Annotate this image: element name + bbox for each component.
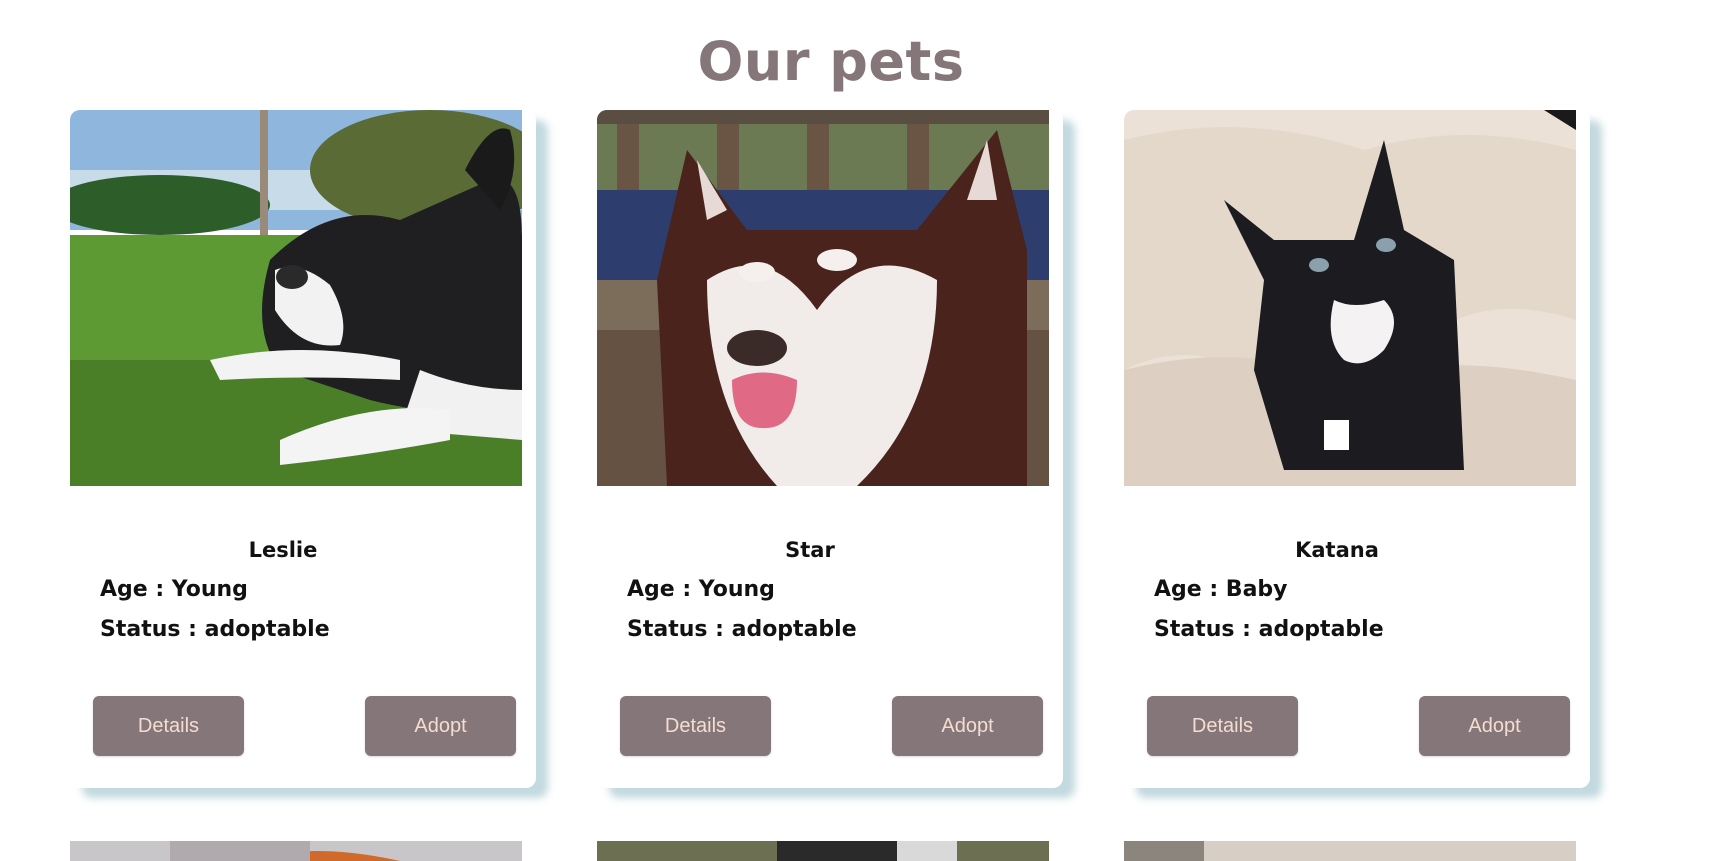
pet-status: Status : adoptable	[627, 617, 857, 642]
details-button[interactable]: Details	[93, 696, 244, 756]
pet-status: Status : adoptable	[1154, 617, 1384, 642]
pet-name: Leslie	[248, 538, 318, 562]
details-button[interactable]: Details	[620, 696, 771, 756]
adopt-button[interactable]: Adopt	[892, 696, 1043, 756]
pet-age: Age : Baby	[1154, 577, 1288, 602]
dog-photo-icon[interactable]	[70, 110, 522, 486]
pet-card-star: Star Age : Young Status : adoptable Deta…	[597, 110, 1063, 788]
pet-age: Age : Young	[627, 577, 775, 602]
pet-status: Status : adoptable	[100, 617, 330, 642]
pet-card-leslie: Leslie Age : Young Status : adoptable De…	[70, 110, 536, 788]
adopt-button[interactable]: Adopt	[365, 696, 516, 756]
husky-photo-icon[interactable]	[597, 110, 1049, 486]
pet-name: Star	[785, 538, 835, 562]
pet-card-row2-1	[70, 841, 522, 861]
adopt-button[interactable]: Adopt	[1419, 696, 1570, 756]
kitten-photo-icon[interactable]	[1124, 110, 1576, 486]
page-title: Our pets	[697, 30, 965, 93]
details-button[interactable]: Details	[1147, 696, 1298, 756]
pet-age: Age : Young	[100, 577, 248, 602]
pet-card-row2-3	[1124, 841, 1576, 861]
pet-card-katana: Katana Age : Baby Status : adoptable Det…	[1124, 110, 1590, 788]
pet-name: Katana	[1295, 538, 1379, 562]
pet-card-row2-2	[597, 841, 1049, 861]
